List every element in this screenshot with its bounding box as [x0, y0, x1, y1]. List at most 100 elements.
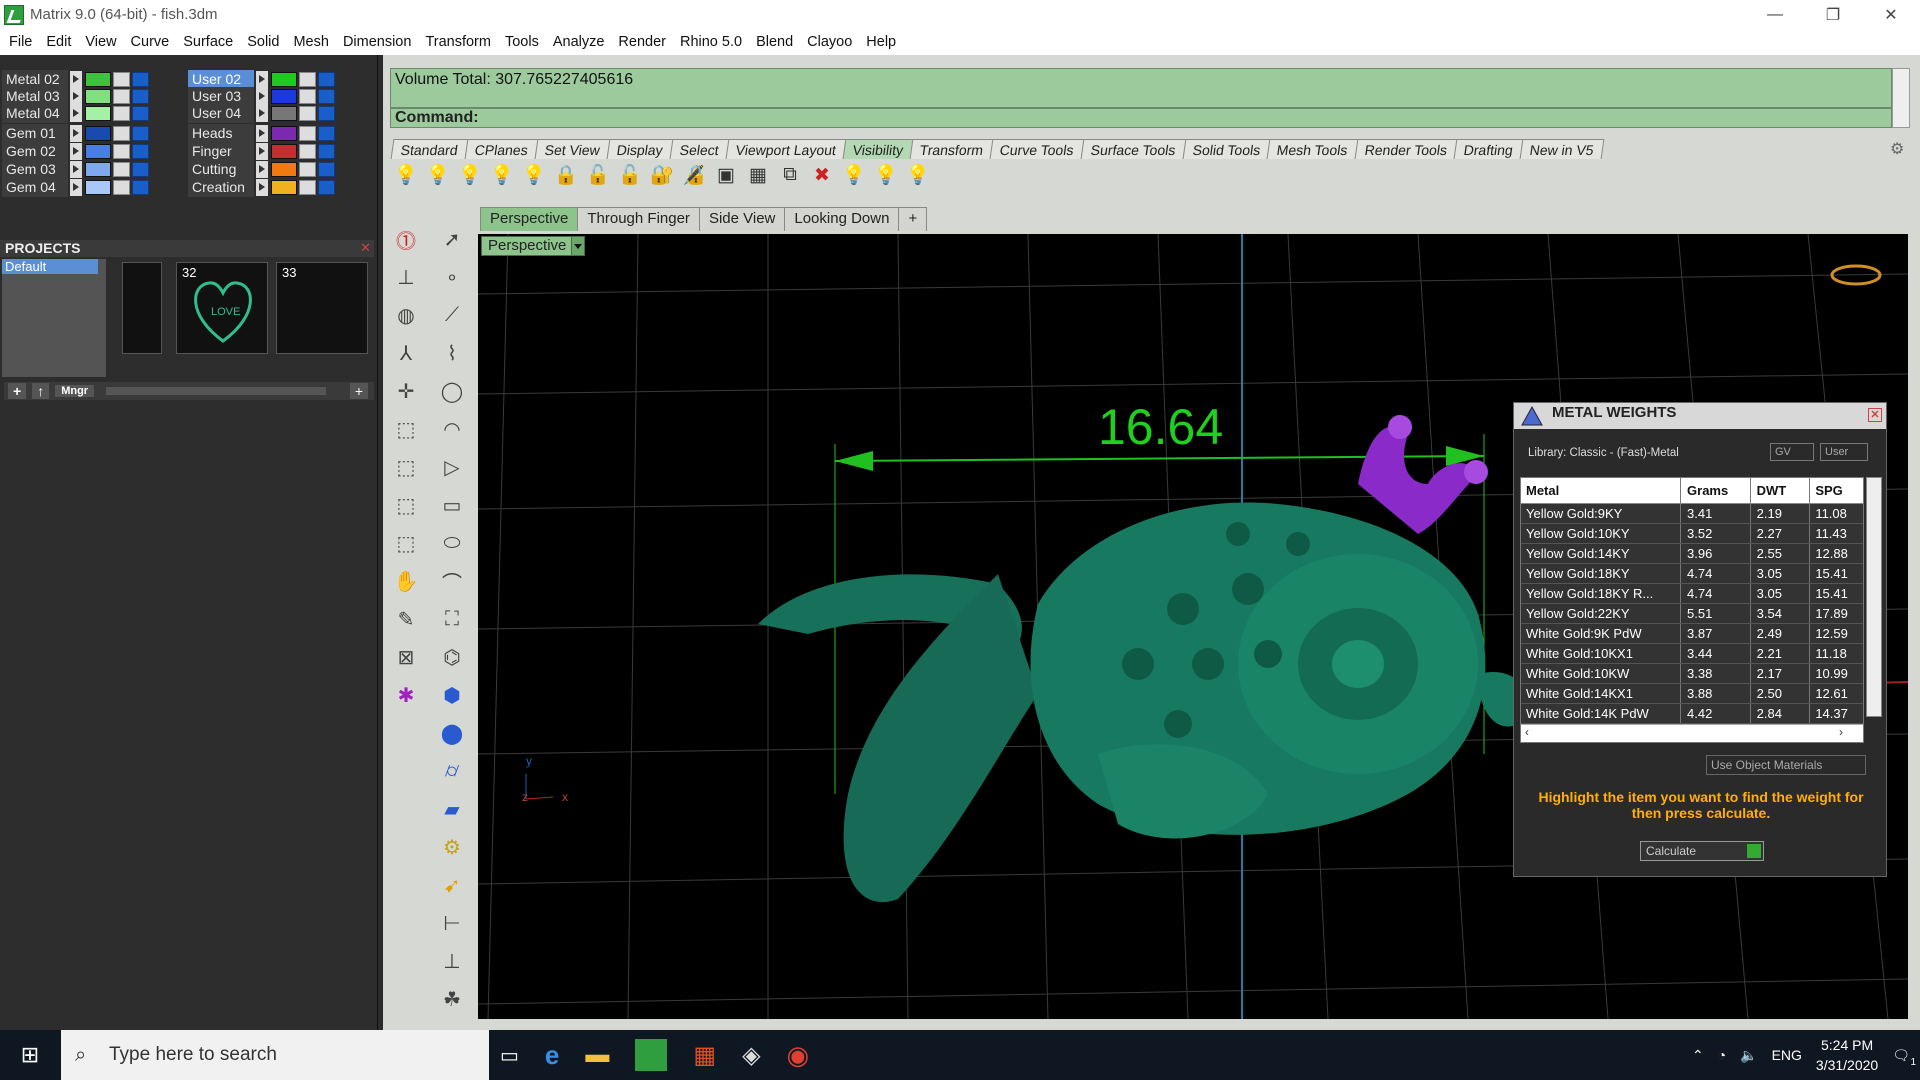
menu-edit[interactable]: Edit	[39, 34, 78, 50]
table-row[interactable]: Yellow Gold:18KY R... 4.74 3.05 15.41	[1521, 584, 1863, 604]
delete-hidden-icon[interactable]: ✖	[810, 163, 834, 187]
show-selected-icon[interactable]: 💡	[458, 163, 482, 187]
expand-icon[interactable]	[70, 179, 82, 196]
layer-name[interactable]: Metal 04	[2, 104, 68, 123]
app-icon[interactable]: ◈	[742, 1041, 760, 1070]
table-row[interactable]: White Gold:14KX1 3.88 2.50 12.61	[1521, 684, 1863, 704]
menu-analyze[interactable]: Analyze	[546, 34, 612, 50]
layer-visibility-icon[interactable]	[132, 106, 149, 121]
show-all-icon[interactable]: 💡	[522, 163, 546, 187]
globe-icon[interactable]: ◍	[389, 298, 423, 332]
isolate-icon[interactable]: ▣	[714, 163, 738, 187]
drafting-icon[interactable]: ⊥	[435, 944, 469, 978]
lock-icon[interactable]	[299, 126, 316, 141]
layer-color-swatch[interactable]	[85, 89, 111, 104]
hide-points-icon[interactable]: 💡	[874, 163, 898, 187]
table-row[interactable]: White Gold:10KW 3.38 2.17 10.99	[1521, 664, 1863, 684]
gv-toggle[interactable]: GV	[1770, 443, 1814, 461]
menu-mesh[interactable]: Mesh	[286, 34, 335, 50]
tab-looking-down[interactable]: Looking Down	[784, 207, 900, 231]
lock-icon[interactable]	[113, 162, 130, 177]
menu-dimension[interactable]: Dimension	[336, 34, 419, 50]
layer-color-swatch[interactable]	[85, 162, 111, 177]
layer-visibility-icon[interactable]	[318, 89, 335, 104]
app-grid-icon[interactable]: ▦	[693, 1041, 716, 1070]
tab-cplanes[interactable]: CPlanes	[464, 139, 539, 159]
menu-render[interactable]: Render	[611, 34, 673, 50]
layer-visibility-icon[interactable]	[318, 162, 335, 177]
expand-icon[interactable]	[70, 71, 82, 88]
layer-visibility-icon[interactable]	[318, 126, 335, 141]
expand-icon[interactable]	[256, 105, 268, 122]
layer-name[interactable]: Gem 02	[2, 142, 68, 161]
tab-perspective[interactable]: Perspective	[480, 207, 579, 231]
tab-solid-tools[interactable]: Solid Tools	[1182, 139, 1271, 159]
expand-icon[interactable]	[256, 143, 268, 160]
project-item[interactable]: Default	[2, 259, 98, 274]
fillet-icon[interactable]: ⌒	[435, 564, 469, 598]
language-indicator[interactable]: ENG	[1772, 1047, 1802, 1063]
menu-tools[interactable]: Tools	[498, 34, 546, 50]
layer-row[interactable]: Finger	[188, 142, 335, 161]
unlock-selected-icon[interactable]: 🔐	[650, 163, 674, 187]
table-row[interactable]: Yellow Gold:9KY 3.41 2.19 11.08	[1521, 504, 1863, 524]
info-stop-icon[interactable]: ⓵	[389, 222, 423, 256]
close-icon[interactable]: ✕	[1868, 408, 1882, 422]
swap-lock-icon[interactable]: 🔏	[682, 163, 706, 187]
layer-row[interactable]: Cutting	[188, 160, 335, 179]
lock-icon[interactable]	[113, 144, 130, 159]
expand-icon[interactable]	[256, 71, 268, 88]
gear-icon[interactable]: ⚙	[1890, 139, 1904, 159]
layer-visibility-icon[interactable]	[132, 180, 149, 195]
layer-visibility-icon[interactable]	[318, 144, 335, 159]
menu-view[interactable]: View	[78, 34, 123, 50]
expand-icon[interactable]	[70, 125, 82, 142]
menu-curve[interactable]: Curve	[124, 34, 177, 50]
menu-help[interactable]: Help	[859, 34, 903, 50]
surface-icon[interactable]: ⛶	[435, 602, 469, 636]
unlock-icon[interactable]: 🔓	[586, 163, 610, 187]
box-view-persp-icon[interactable]: ⬚	[389, 526, 423, 560]
layer-name[interactable]: Finger	[188, 142, 254, 161]
swap-hidden-icon[interactable]: 💡	[490, 163, 514, 187]
horizontal-scrollbar[interactable]: ‹ ›	[1521, 724, 1863, 742]
command-line[interactable]: Command:	[390, 108, 1892, 128]
lock-icon[interactable]	[299, 72, 316, 87]
tab-curve-tools[interactable]: Curve Tools	[989, 139, 1085, 159]
layer-color-swatch[interactable]	[271, 89, 297, 104]
tab-select[interactable]: Select	[669, 139, 729, 159]
lock-icon[interactable]	[113, 126, 130, 141]
viewport-label[interactable]: Perspective	[481, 236, 585, 256]
table-row[interactable]: White Gold:9K PdW 3.87 2.49 12.59	[1521, 624, 1863, 644]
vertical-scrollbar[interactable]	[1866, 477, 1882, 717]
layer-color-swatch[interactable]	[85, 126, 111, 141]
layer-visibility-icon[interactable]	[318, 106, 335, 121]
hide-in-detail-icon[interactable]: ⧉	[778, 163, 802, 187]
layer-name[interactable]: Cutting	[188, 160, 254, 179]
close-button[interactable]: ✕	[1862, 0, 1920, 29]
chevron-down-icon[interactable]	[571, 237, 584, 255]
lock-icon[interactable]: 🔒	[554, 163, 578, 187]
project-thumb[interactable]	[122, 262, 162, 354]
layer-color-swatch[interactable]	[271, 180, 297, 195]
layer-visibility-icon[interactable]	[132, 162, 149, 177]
tab-visibility[interactable]: Visibility	[842, 139, 914, 159]
layer-color-swatch[interactable]	[271, 72, 297, 87]
layer-name[interactable]: User 04	[188, 104, 254, 123]
arc-icon[interactable]: ◠	[435, 412, 469, 446]
polygon-icon[interactable]: ▷	[435, 450, 469, 484]
user-toggle[interactable]: User	[1820, 443, 1868, 461]
table-row[interactable]: Yellow Gold:18KY 4.74 3.05 15.41	[1521, 564, 1863, 584]
maximize-button[interactable]: ❐	[1804, 0, 1862, 29]
layer-name[interactable]: Gem 01	[2, 124, 68, 143]
lock-icon[interactable]	[113, 72, 130, 87]
volume-icon[interactable]: 🔈	[1740, 1047, 1757, 1064]
axis-icon[interactable]: ✛	[389, 374, 423, 408]
table-row[interactable]: Yellow Gold:10KY 3.52 2.27 11.43	[1521, 524, 1863, 544]
layer-color-swatch[interactable]	[85, 144, 111, 159]
show-hidden-icons[interactable]: ⌃	[1692, 1047, 1704, 1064]
table-row[interactable]: White Gold:14K PdW 4.42 2.84 14.37	[1521, 704, 1863, 724]
tab-set-view[interactable]: Set View	[534, 139, 611, 159]
expand-icon[interactable]	[256, 88, 268, 105]
ellipse-icon[interactable]: ⬭	[435, 526, 469, 560]
